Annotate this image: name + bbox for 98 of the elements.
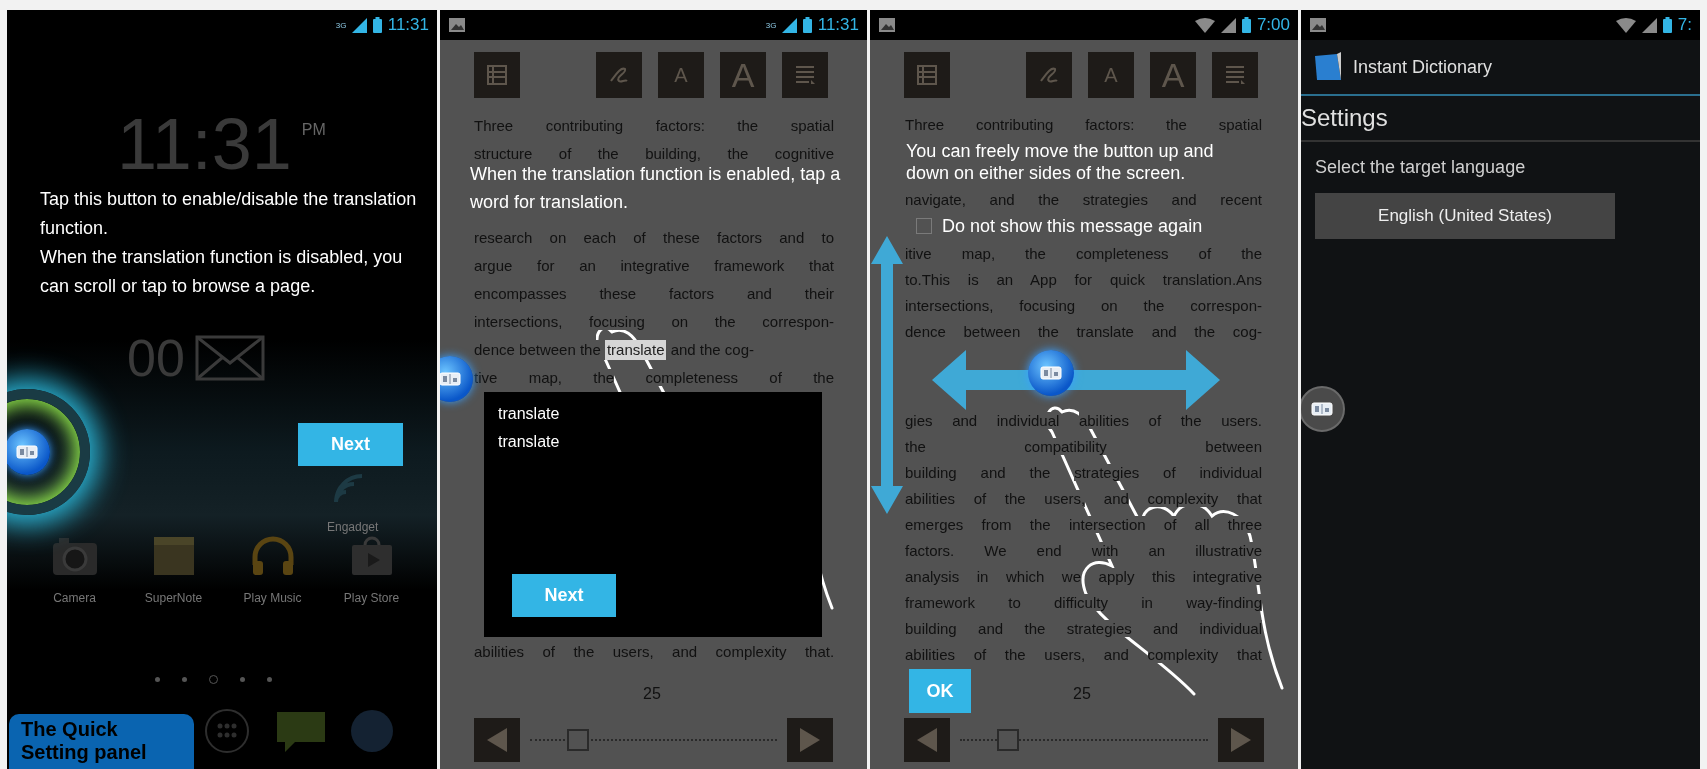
card-icon <box>440 372 461 386</box>
page-slider[interactable] <box>530 729 777 751</box>
battery-icon <box>1241 17 1251 33</box>
list-icon <box>486 64 508 86</box>
translation-item[interactable]: translate <box>498 428 822 456</box>
lines-icon <box>793 63 817 87</box>
right-triangle-icon <box>1231 728 1251 752</box>
camera-icon <box>50 535 99 577</box>
body-text-line: dence between the translate and the cog- <box>905 322 1262 342</box>
body-text-line: emerges from the intersection of all three <box>905 515 1262 535</box>
body-text-line: building and the strategies of individual <box>905 463 1262 483</box>
slider-thumb[interactable] <box>997 729 1020 751</box>
coach-text: You can freely move the button up and down on either sides of the screen. <box>906 140 1215 184</box>
body-text-line: intersections, focusing on the correspon- <box>474 312 834 332</box>
network-label: 3G <box>335 20 346 30</box>
right-triangle-icon <box>800 728 820 752</box>
body-text-line: the compatibility between <box>905 437 1262 457</box>
settings-heading: Settings <box>1301 96 1700 142</box>
previous-page-button[interactable] <box>904 718 950 762</box>
status-time: 7:00 <box>1256 14 1290 37</box>
app-title: Instant Dictionary <box>1353 55 1493 79</box>
body-text-line: tive map, the completeness of the <box>474 368 834 388</box>
language-button[interactable]: English (United States) <box>1315 193 1615 239</box>
caption-badge: The Quick Setting panel <box>9 714 194 769</box>
list-icon <box>916 64 938 86</box>
body-text-line: building and the strategies and individual <box>905 619 1262 639</box>
toolbar-button[interactable] <box>474 52 520 98</box>
setting-label: Select the target language <box>1315 156 1526 179</box>
previous-page-button[interactable] <box>474 718 520 762</box>
app-label[interactable]: Play Music <box>243 589 302 607</box>
body-text-line: factors. We end with an illustrative <box>905 541 1262 561</box>
body-text-line: abilities of the users, and complexity that <box>905 645 1262 665</box>
app-label[interactable]: Play Store <box>343 589 400 607</box>
body-text-line: argue for an integrative framework that <box>474 256 834 276</box>
battery-icon <box>1662 17 1672 33</box>
dictionary-button[interactable] <box>440 356 473 402</box>
page-number: 25 <box>1073 684 1091 704</box>
body-text-line: abilities of the users, and complexity that. <box>474 642 834 662</box>
dictionary-button[interactable] <box>1028 350 1074 396</box>
lines-icon <box>1223 63 1247 87</box>
body-text-line: framework to difficulty in way-finding <box>905 593 1262 613</box>
body-text-line: to.This is an App for quick translation.Ans <box>905 270 1262 290</box>
dictionary-button[interactable] <box>1301 386 1345 432</box>
next-page-button[interactable] <box>787 718 833 762</box>
translation-item[interactable]: translate <box>498 400 822 428</box>
next-page-button[interactable] <box>1218 718 1264 762</box>
envelope-icon <box>194 335 265 381</box>
coach-text: Tap this button to enable/disable the translation function. <box>40 188 418 240</box>
left-triangle-icon <box>917 728 937 752</box>
toolbar-button[interactable] <box>904 52 950 98</box>
app-label[interactable]: SuperNote <box>144 589 203 607</box>
body-text-line: structure of the building, the cognitive <box>474 144 834 164</box>
highlighted-word[interactable]: translate <box>604 340 667 360</box>
body-text-line: itive map, the completeness of the <box>905 244 1262 264</box>
globe-icon <box>349 708 395 754</box>
body-text-line: navigate, and the strategies and recent <box>905 190 1262 210</box>
status-time: 11:31 <box>817 14 859 37</box>
coach-text: When the translation function is enabled, tap a word for translation. <box>470 163 842 214</box>
signal-icon <box>1641 17 1657 33</box>
body-text-line: research on each of these factors and to <box>474 228 834 248</box>
clock-meridiem: PM <box>301 120 326 140</box>
app-icon <box>1313 52 1343 82</box>
chat-bubble-icon <box>275 710 327 754</box>
body-text-line: gies and individual abilities of the users. <box>905 411 1262 431</box>
body-text-line: encompasses these factors and their <box>474 284 834 304</box>
body-text-line: abilities of the users, and complexity that <box>905 489 1262 509</box>
network-label: 3G <box>765 20 776 30</box>
app-label[interactable]: Camera <box>53 589 96 607</box>
body-text-line: Three contributing factors: the spatial <box>474 116 834 136</box>
body-text-line: analysis in which we apply this integrative <box>905 567 1262 587</box>
left-triangle-icon <box>487 728 507 752</box>
card-icon <box>1311 402 1333 416</box>
battery-icon <box>802 17 812 33</box>
clock-time: 11:31 <box>117 108 292 180</box>
card-icon <box>1040 366 1062 380</box>
coach-text: When the translation function is disabled, you can scroll or tap to browse a page. <box>40 246 404 298</box>
status-time: 7: <box>1677 14 1692 37</box>
signal-icon <box>781 17 797 33</box>
signal-icon <box>1220 17 1236 33</box>
page-slider[interactable] <box>960 729 1208 751</box>
page-number: 25 <box>643 684 661 704</box>
slider-thumb[interactable] <box>567 729 590 751</box>
toolbar-button[interactable] <box>596 52 642 98</box>
body-text-line: intersections, focusing on the correspon- <box>905 296 1262 316</box>
battery-icon <box>372 17 382 33</box>
checkbox-label: Do not show this message again <box>942 215 1203 237</box>
body-text: dence between the <box>474 340 605 360</box>
mail-count: 00 <box>127 332 185 384</box>
body-text-line: Three contributing factors: the spatial <box>905 115 1262 135</box>
app-grid-icon <box>204 708 250 754</box>
toolbar-button[interactable] <box>782 52 828 98</box>
signal-icon <box>351 17 367 33</box>
toolbar-button[interactable] <box>1026 52 1072 98</box>
card-icon <box>16 445 38 459</box>
checkbox[interactable] <box>916 218 932 234</box>
status-time: 11:31 <box>387 14 429 37</box>
app-label[interactable]: Engadget <box>327 518 379 536</box>
toolbar-button[interactable] <box>1212 52 1258 98</box>
